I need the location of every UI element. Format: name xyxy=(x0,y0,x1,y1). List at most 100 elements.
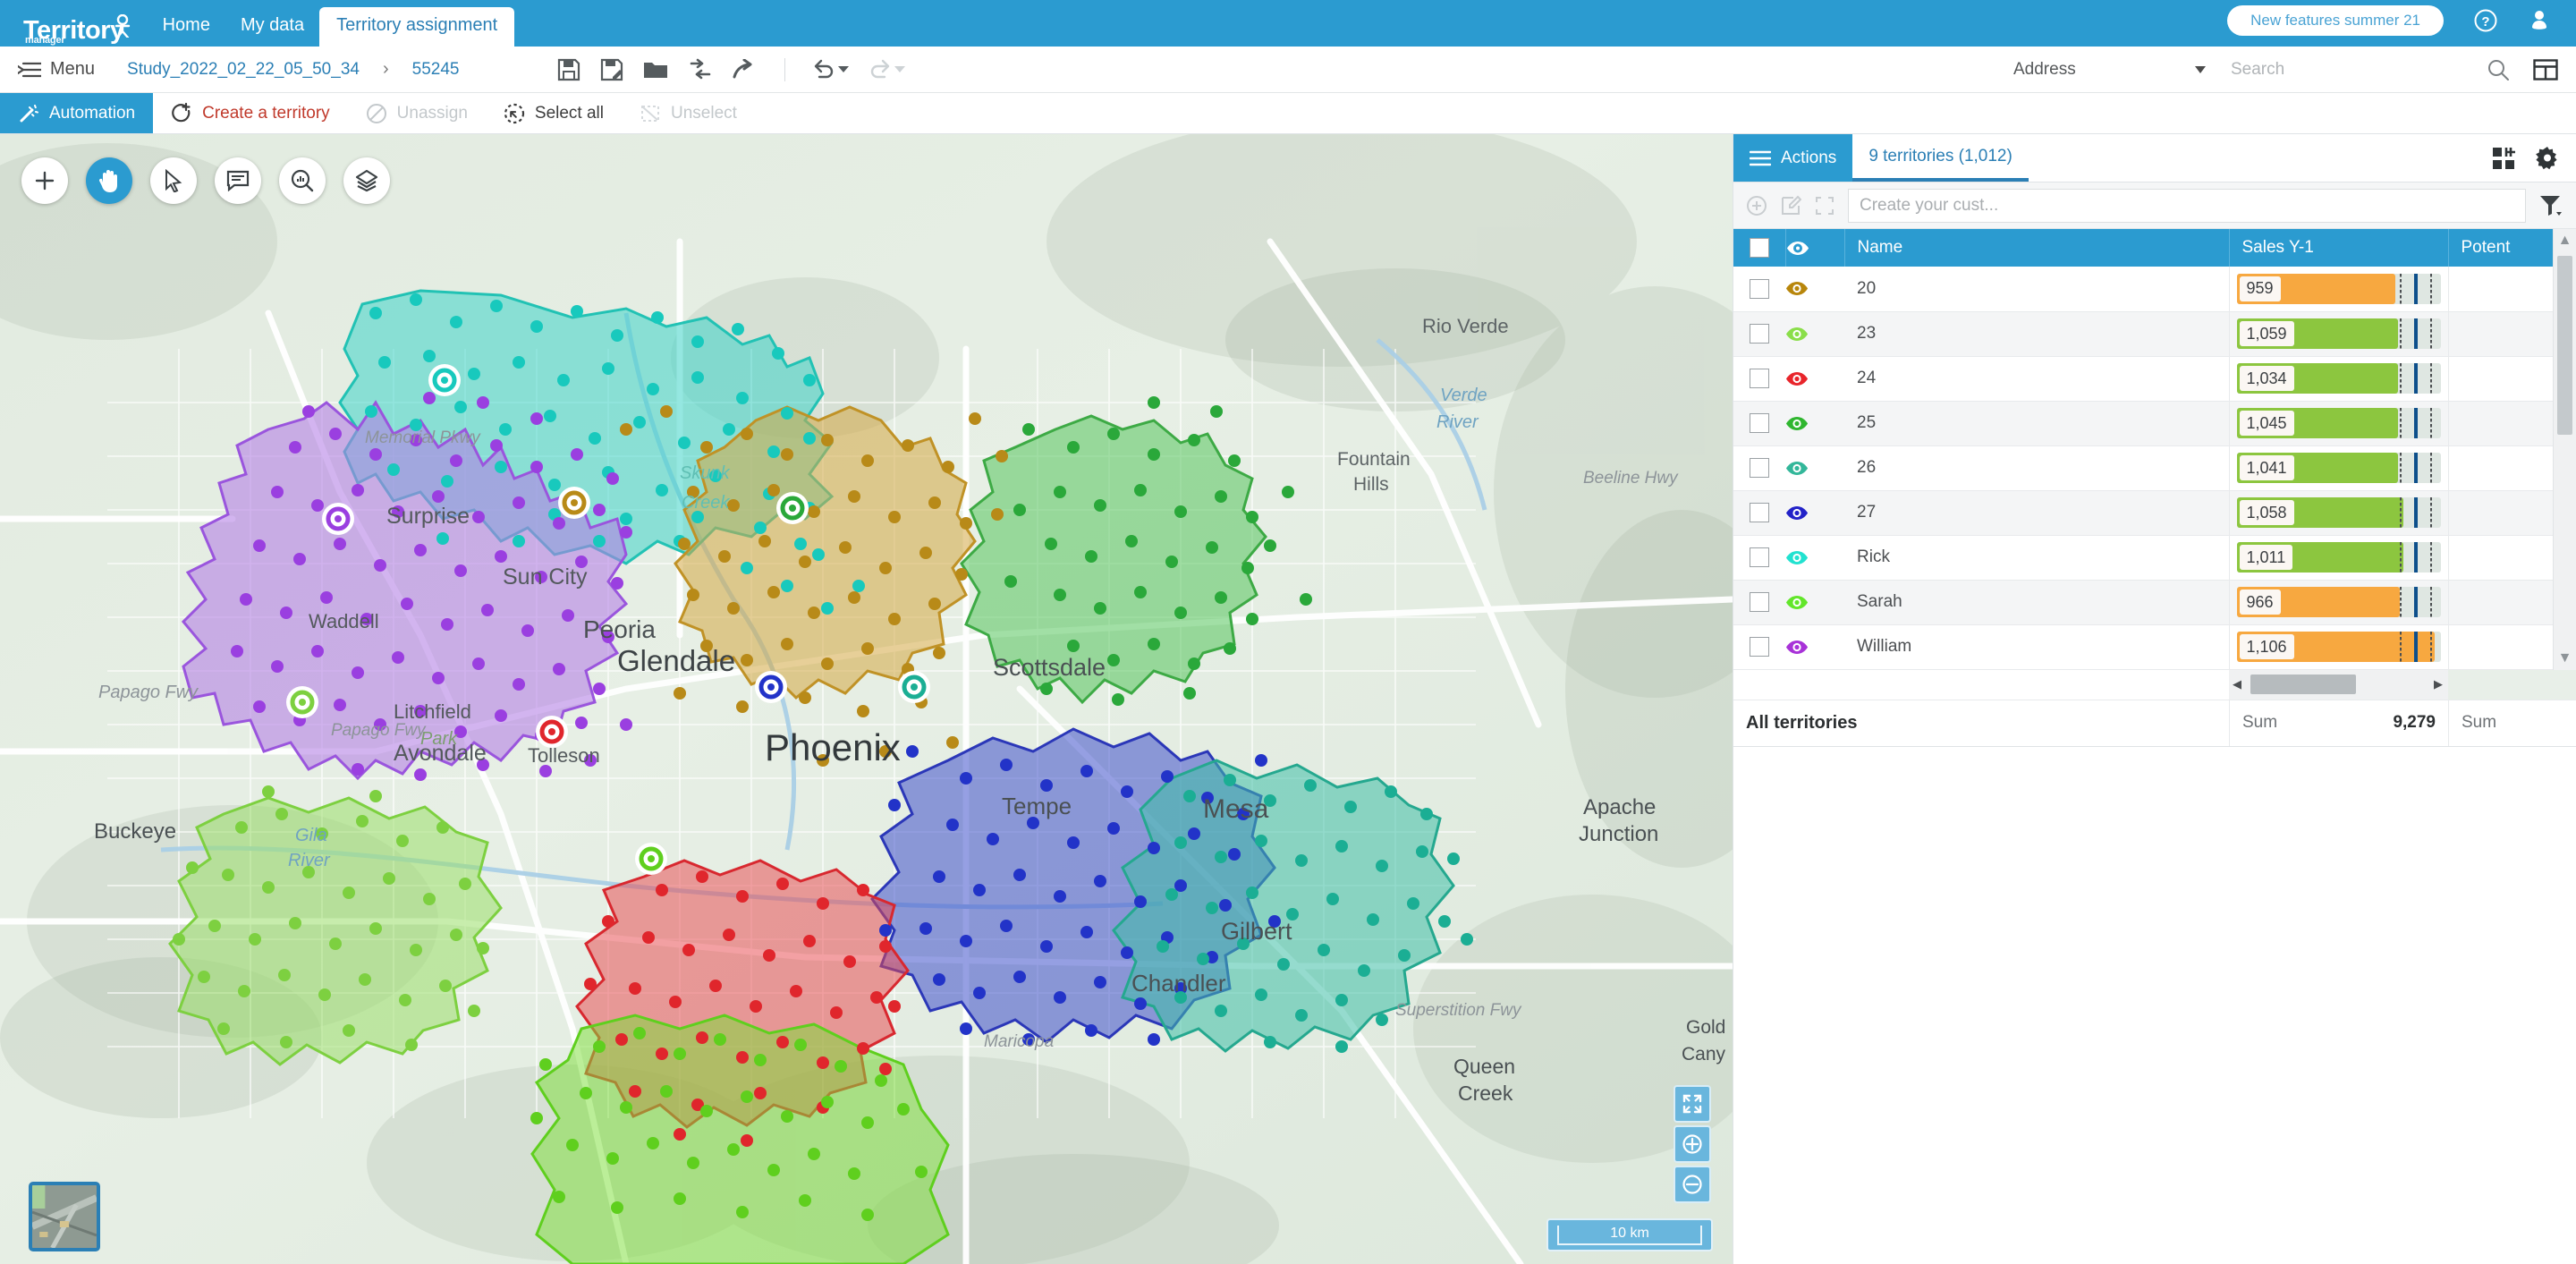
row-sales-cell[interactable]: 1,041 xyxy=(2228,445,2449,491)
row-checkbox[interactable] xyxy=(1750,591,1769,612)
new-features-button[interactable]: New features summer 21 xyxy=(2227,5,2444,36)
row-checkbox[interactable] xyxy=(1750,636,1769,657)
breadcrumb-study[interactable]: Study_2022_02_22_05_50_34 xyxy=(127,60,360,80)
account-icon[interactable] xyxy=(2528,9,2551,32)
row-checkbox[interactable] xyxy=(1750,278,1769,299)
gear-icon[interactable] xyxy=(2535,146,2560,171)
row-visibility-cell[interactable] xyxy=(1785,401,1844,446)
select-all-button[interactable]: Select all xyxy=(486,93,622,133)
table-row[interactable]: William 1,106 xyxy=(1733,624,2576,670)
row-sales-cell[interactable]: 1,011 xyxy=(2228,535,2449,581)
nav-tab-territory-assignment[interactable]: Territory assignment xyxy=(319,7,515,47)
row-checkbox-cell[interactable] xyxy=(1733,356,1785,402)
custom-filter-input[interactable] xyxy=(1848,188,2526,223)
visibility-icon[interactable] xyxy=(1785,640,1809,655)
row-checkbox[interactable] xyxy=(1750,547,1769,567)
hscroll-thumb[interactable] xyxy=(2250,674,2356,694)
folder-icon[interactable] xyxy=(643,59,668,81)
hscroll-left-arrow[interactable]: ◀ xyxy=(2233,677,2241,691)
nav-tab-home[interactable]: Home xyxy=(148,15,225,47)
visibility-icon[interactable] xyxy=(1785,416,1809,431)
header-visibility[interactable] xyxy=(1785,229,1845,267)
visibility-icon[interactable] xyxy=(1785,371,1809,386)
import-icon[interactable] xyxy=(688,58,713,81)
analysis-tool[interactable] xyxy=(279,157,326,204)
row-checkbox-cell[interactable] xyxy=(1733,624,1785,670)
table-horizontal-scrollbar[interactable]: ◀ ▶ xyxy=(2229,669,2448,700)
address-type-select[interactable]: Address xyxy=(2013,60,2206,80)
row-checkbox-cell[interactable] xyxy=(1733,445,1785,491)
table-row[interactable]: 26 1,041 xyxy=(1733,445,2576,491)
add-filter-icon[interactable] xyxy=(1746,195,1767,216)
save-as-icon[interactable] xyxy=(600,58,623,81)
row-checkbox-cell[interactable] xyxy=(1733,401,1785,446)
save-icon[interactable] xyxy=(557,58,580,81)
scroll-down-arrow[interactable]: ▼ xyxy=(2554,647,2576,670)
visibility-icon[interactable] xyxy=(1785,595,1809,610)
row-checkbox-cell[interactable] xyxy=(1733,267,1785,312)
table-row[interactable]: 20 959 xyxy=(1733,267,2576,312)
row-name[interactable]: Sarah xyxy=(1844,580,2229,625)
row-checkbox-cell[interactable] xyxy=(1733,580,1785,625)
table-row[interactable]: Sarah 966 xyxy=(1733,580,2576,625)
scroll-thumb[interactable] xyxy=(2557,256,2572,435)
zoom-out-icon[interactable] xyxy=(1674,1166,1711,1203)
header-name[interactable]: Name xyxy=(1844,229,2230,267)
row-name[interactable]: 25 xyxy=(1844,401,2229,446)
help-icon[interactable]: ? xyxy=(2474,9,2497,32)
breadcrumb-id[interactable]: 55245 xyxy=(412,60,460,80)
territory-map[interactable]: Rio Verde Verde River Fountain Hills Surprise… xyxy=(0,134,1733,1264)
row-visibility-cell[interactable] xyxy=(1785,580,1844,625)
fullscreen-icon[interactable] xyxy=(1674,1085,1711,1123)
menu-button[interactable]: Menu xyxy=(18,59,95,80)
tab-territories[interactable]: 9 territories (1,012) xyxy=(1852,134,2029,182)
scroll-up-arrow[interactable]: ▲ xyxy=(2554,229,2576,252)
table-row[interactable]: 24 1,034 xyxy=(1733,356,2576,402)
row-sales-cell[interactable]: 1,045 xyxy=(2228,401,2449,446)
app-logo[interactable]: Territory manager xyxy=(0,14,148,47)
actions-button[interactable]: Actions xyxy=(1733,134,1853,182)
pan-tool[interactable] xyxy=(86,157,132,204)
hscroll-right-arrow[interactable]: ▶ xyxy=(2434,677,2443,691)
visibility-icon[interactable] xyxy=(1785,550,1809,565)
search-input[interactable] xyxy=(2231,59,2463,80)
comment-tool[interactable] xyxy=(215,157,261,204)
funnel-icon[interactable] xyxy=(2538,194,2563,217)
nav-tab-my-data[interactable]: My data xyxy=(225,15,319,47)
row-sales-cell[interactable]: 1,106 xyxy=(2228,624,2449,670)
row-checkbox[interactable] xyxy=(1750,502,1769,522)
share-icon[interactable] xyxy=(733,58,758,81)
visibility-icon[interactable] xyxy=(1785,505,1809,521)
add-tool[interactable] xyxy=(21,157,68,204)
row-checkbox[interactable] xyxy=(1750,368,1769,388)
expand-filter-icon[interactable] xyxy=(1814,195,1835,216)
header-sales[interactable]: Sales Y-1 xyxy=(2228,229,2449,267)
row-sales-cell[interactable]: 1,058 xyxy=(2228,490,2449,536)
automation-button[interactable]: Automation xyxy=(0,93,154,133)
grid-view-icon[interactable] xyxy=(2492,147,2515,170)
select-tool[interactable] xyxy=(150,157,197,204)
table-row[interactable]: 25 1,045 xyxy=(1733,401,2576,446)
row-visibility-cell[interactable] xyxy=(1785,445,1844,491)
row-visibility-cell[interactable] xyxy=(1785,356,1844,402)
row-checkbox-cell[interactable] xyxy=(1733,311,1785,357)
row-sales-cell[interactable]: 966 xyxy=(2228,580,2449,625)
map-canvas[interactable]: Rio Verde Verde River Fountain Hills Surprise… xyxy=(0,134,1733,1264)
select-all-checkbox[interactable] xyxy=(1749,237,1769,258)
table-row[interactable]: 27 1,058 xyxy=(1733,490,2576,536)
row-name[interactable]: Rick xyxy=(1844,535,2229,581)
row-visibility-cell[interactable] xyxy=(1785,311,1844,357)
row-visibility-cell[interactable] xyxy=(1785,490,1844,536)
create-territory-button[interactable]: Create a territory xyxy=(153,93,348,133)
row-sales-cell[interactable]: 959 xyxy=(2228,267,2449,312)
row-name[interactable]: 23 xyxy=(1844,311,2229,357)
row-checkbox[interactable] xyxy=(1750,323,1769,344)
split-view-icon[interactable] xyxy=(2533,58,2558,81)
row-sales-cell[interactable]: 1,034 xyxy=(2228,356,2449,402)
row-visibility-cell[interactable] xyxy=(1785,535,1844,581)
search-icon[interactable] xyxy=(2487,58,2510,81)
row-name[interactable]: 20 xyxy=(1844,267,2229,312)
row-name[interactable]: 24 xyxy=(1844,356,2229,402)
zoom-in-icon[interactable] xyxy=(1674,1125,1711,1163)
table-vertical-scrollbar[interactable]: ▲ ▼ xyxy=(2553,229,2576,670)
